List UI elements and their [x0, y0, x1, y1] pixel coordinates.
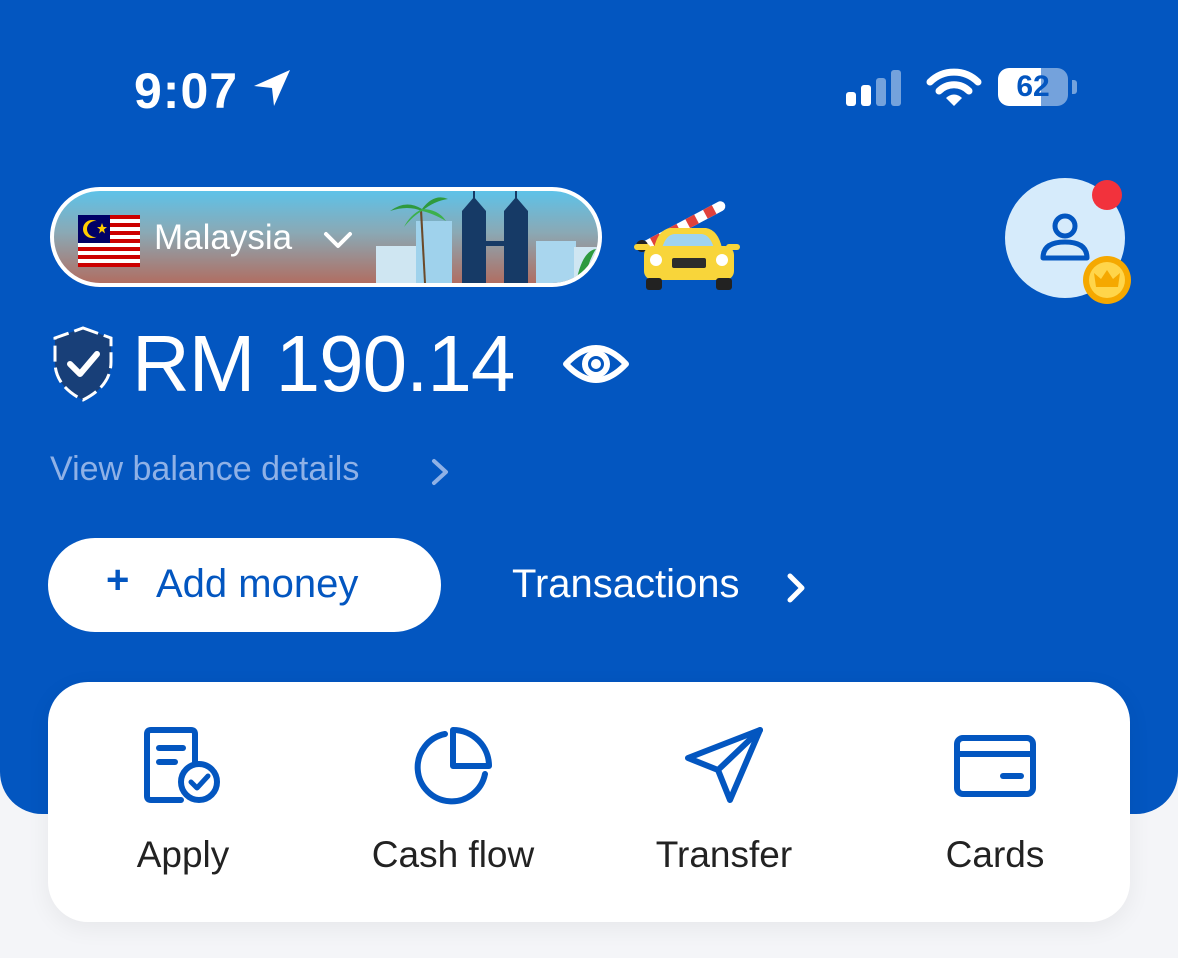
transfer-label: Transfer: [655, 834, 793, 875]
location-arrow-icon: [254, 70, 290, 106]
send-icon: [685, 727, 763, 803]
plus-icon: +: [106, 558, 130, 602]
chevron-right-icon: [432, 459, 448, 485]
shield-check-icon: [53, 326, 113, 402]
notification-dot: [1092, 180, 1122, 210]
country-label: Malaysia: [154, 218, 293, 257]
country-selector[interactable]: Malaysia: [50, 187, 602, 287]
apply-document-icon: [144, 727, 220, 803]
add-money-button[interactable]: + Add money: [48, 538, 441, 632]
status-time: 9:07: [134, 63, 239, 119]
quick-actions-card: Apply Cash flow Transfer Cards: [48, 682, 1130, 922]
apply-label: Apply: [136, 834, 230, 875]
transactions-link[interactable]: Transactions: [512, 562, 740, 607]
transfer-button[interactable]: Transfer: [589, 682, 859, 922]
cards-label: Cards: [945, 834, 1045, 875]
chevron-right-icon: [787, 573, 805, 603]
cash-flow-button[interactable]: Cash flow: [318, 682, 588, 922]
view-balance-details-link[interactable]: View balance details: [50, 450, 359, 489]
kuala-lumpur-skyline-icon: [376, 191, 598, 283]
balance-amount: RM 190.14: [132, 319, 515, 408]
add-money-label: Add money: [156, 562, 359, 606]
cellular-signal-icon: [846, 70, 901, 106]
card-icon: [954, 735, 1036, 797]
cards-button[interactable]: Cards: [860, 682, 1130, 922]
battery-percentage: 62: [1016, 70, 1050, 103]
pie-chart-icon: [414, 727, 492, 805]
chevron-down-icon: [324, 232, 352, 248]
malaysia-flag-icon: [78, 215, 140, 267]
crown-icon: [1083, 256, 1131, 304]
eye-icon[interactable]: [563, 336, 629, 392]
apply-button[interactable]: Apply: [48, 682, 318, 922]
battery-icon: 62: [998, 68, 1077, 108]
wifi-icon: [926, 68, 982, 106]
cash-flow-label: Cash flow: [371, 834, 535, 875]
taxi-parking-icon[interactable]: [630, 188, 740, 292]
